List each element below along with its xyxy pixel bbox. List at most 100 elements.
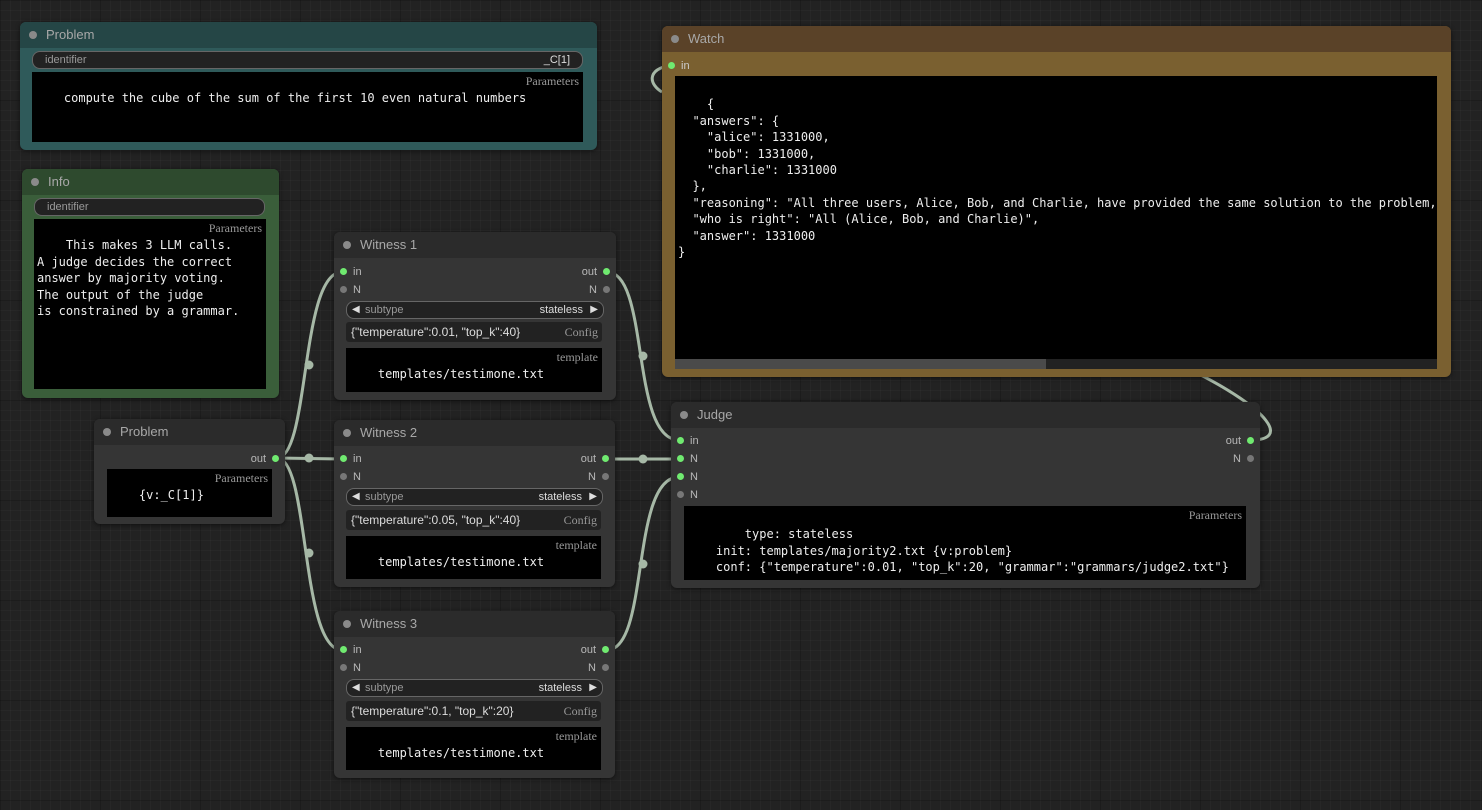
identifier-field[interactable]: identifier _C[1] xyxy=(32,51,583,69)
wire-problem-to-witness3 xyxy=(276,456,343,652)
scrollbar-thumb[interactable] xyxy=(675,359,1046,369)
port-connector-icon[interactable] xyxy=(340,455,347,462)
witness2-title[interactable]: Witness 2 xyxy=(334,420,615,446)
out-port[interactable]: out xyxy=(581,451,609,467)
n-input-port-3[interactable]: N xyxy=(677,487,698,503)
n-input-port-1[interactable]: N xyxy=(677,451,698,467)
collapse-dot-icon[interactable] xyxy=(29,31,37,39)
n-input-port-2[interactable]: N xyxy=(677,469,698,485)
n-input-port[interactable]: N xyxy=(340,469,361,485)
port-connector-icon[interactable] xyxy=(668,62,675,69)
port-connector-icon[interactable] xyxy=(677,455,684,462)
problem-node-title[interactable]: Problem xyxy=(20,22,597,48)
arrow-left-icon[interactable]: ◀ xyxy=(352,680,360,696)
subtype-selector[interactable]: ◀ subtype stateless ▶ xyxy=(346,488,603,506)
arrow-right-icon[interactable]: ▶ xyxy=(589,680,597,696)
subtype-value: stateless xyxy=(538,491,582,503)
info-node[interactable]: Info identifier This makes 3 LLM calls. … xyxy=(22,169,279,398)
port-connector-icon[interactable] xyxy=(677,473,684,480)
judge-node[interactable]: Judge in out N N N N type: stateless ini… xyxy=(671,402,1260,588)
n-output-port[interactable]: N xyxy=(588,469,609,485)
witness1-title[interactable]: Witness 1 xyxy=(334,232,616,258)
port-connector-icon[interactable] xyxy=(602,473,609,480)
parameters-textarea[interactable]: {v:_C[1]} Parameters xyxy=(107,469,272,517)
problem-source-node[interactable]: Problem out {v:_C[1]} Parameters xyxy=(94,419,285,524)
witness2-node[interactable]: Witness 2 in out N N ◀ subtype stateless… xyxy=(334,420,615,587)
parameters-tag: Parameters xyxy=(214,470,268,487)
info-node-title[interactable]: Info xyxy=(22,169,279,195)
n-output-port[interactable]: N xyxy=(588,660,609,676)
judge-title[interactable]: Judge xyxy=(671,402,1260,428)
arrow-left-icon[interactable]: ◀ xyxy=(352,302,360,318)
problem-node[interactable]: Problem identifier _C[1] compute the cub… xyxy=(20,22,597,150)
collapse-dot-icon[interactable] xyxy=(343,620,351,628)
template-textarea[interactable]: templates/testimone.txt template xyxy=(346,727,601,770)
parameters-textarea[interactable]: This makes 3 LLM calls. A judge decides … xyxy=(34,219,266,389)
parameters-textarea[interactable]: compute the cube of the sum of the first… xyxy=(32,72,583,142)
port-connector-icon[interactable] xyxy=(603,268,610,275)
collapse-dot-icon[interactable] xyxy=(103,428,111,436)
watch-title[interactable]: Watch xyxy=(662,26,1451,52)
port-connector-icon[interactable] xyxy=(272,455,279,462)
n-input-port[interactable]: N xyxy=(340,282,361,298)
out-port[interactable]: out xyxy=(582,264,610,280)
collapse-dot-icon[interactable] xyxy=(671,35,679,43)
in-port[interactable]: in xyxy=(340,451,362,467)
out-port-label: out xyxy=(581,266,597,278)
witness3-title[interactable]: Witness 3 xyxy=(334,611,615,637)
in-port[interactable]: in xyxy=(668,58,690,74)
horizontal-scrollbar[interactable] xyxy=(675,359,1437,369)
out-port[interactable]: out xyxy=(1226,433,1254,449)
arrow-right-icon[interactable]: ▶ xyxy=(589,489,597,505)
witness3-node[interactable]: Witness 3 in out N N ◀ subtype stateless… xyxy=(334,611,615,778)
port-connector-icon[interactable] xyxy=(677,437,684,444)
out-port-label: out xyxy=(580,644,596,656)
port-connector-icon[interactable] xyxy=(340,646,347,653)
config-field[interactable]: {"temperature":0.1, "top_k":20} Config xyxy=(346,701,601,721)
parameters-tag: Parameters xyxy=(1188,507,1242,524)
parameters-textarea[interactable]: type: stateless init: templates/majority… xyxy=(684,506,1246,580)
collapse-dot-icon[interactable] xyxy=(31,178,39,186)
collapse-dot-icon[interactable] xyxy=(343,241,351,249)
port-connector-icon[interactable] xyxy=(602,455,609,462)
subtype-selector[interactable]: ◀ subtype stateless ▶ xyxy=(346,679,603,697)
watch-node[interactable]: Watch in { "answers": { "alice": 1331000… xyxy=(662,26,1451,377)
port-connector-icon[interactable] xyxy=(1247,437,1254,444)
in-port[interactable]: in xyxy=(340,264,362,280)
port-connector-icon[interactable] xyxy=(340,473,347,480)
config-field[interactable]: {"temperature":0.05, "top_k":40} Config xyxy=(346,510,601,530)
port-connector-icon[interactable] xyxy=(340,268,347,275)
witness1-node[interactable]: Witness 1 in out N N ◀ subtype stateless… xyxy=(334,232,616,400)
watch-output-textarea[interactable]: { "answers": { "alice": 1331000, "bob": … xyxy=(675,76,1437,369)
out-port[interactable]: out xyxy=(581,642,609,658)
in-port[interactable]: in xyxy=(340,642,362,658)
template-textarea[interactable]: templates/testimone.txt template xyxy=(346,348,602,392)
subtype-selector[interactable]: ◀ subtype stateless ▶ xyxy=(346,301,604,319)
port-connector-icon[interactable] xyxy=(1247,455,1254,462)
port-connector-icon[interactable] xyxy=(602,664,609,671)
arrow-left-icon[interactable]: ◀ xyxy=(352,489,360,505)
identifier-field[interactable]: identifier xyxy=(34,198,265,216)
port-connector-icon[interactable] xyxy=(602,646,609,653)
config-field[interactable]: {"temperature":0.01, "top_k":40} Config xyxy=(346,322,602,342)
port-connector-icon[interactable] xyxy=(603,286,610,293)
template-text: templates/testimone.txt xyxy=(377,746,545,761)
port-connector-icon[interactable] xyxy=(340,286,347,293)
template-textarea[interactable]: templates/testimone.txt template xyxy=(346,536,601,579)
in-port-label: in xyxy=(353,453,362,465)
n-output-port[interactable]: N xyxy=(1233,451,1254,467)
collapse-dot-icon[interactable] xyxy=(680,411,688,419)
out-port[interactable]: out xyxy=(251,451,279,467)
parameters-tag: Parameters xyxy=(208,220,262,237)
port-connector-icon[interactable] xyxy=(340,664,347,671)
collapse-dot-icon[interactable] xyxy=(343,429,351,437)
n-output-port[interactable]: N xyxy=(589,282,610,298)
in-port[interactable]: in xyxy=(677,433,699,449)
n-input-port[interactable]: N xyxy=(340,660,361,676)
port-connector-icon[interactable] xyxy=(677,491,684,498)
subtype-value: stateless xyxy=(538,682,582,694)
arrow-right-icon[interactable]: ▶ xyxy=(590,302,598,318)
parameters-text: This makes 3 LLM calls. A judge decides … xyxy=(37,238,240,319)
problem-source-title[interactable]: Problem xyxy=(94,419,285,445)
node-title-text: Witness 3 xyxy=(360,616,418,631)
